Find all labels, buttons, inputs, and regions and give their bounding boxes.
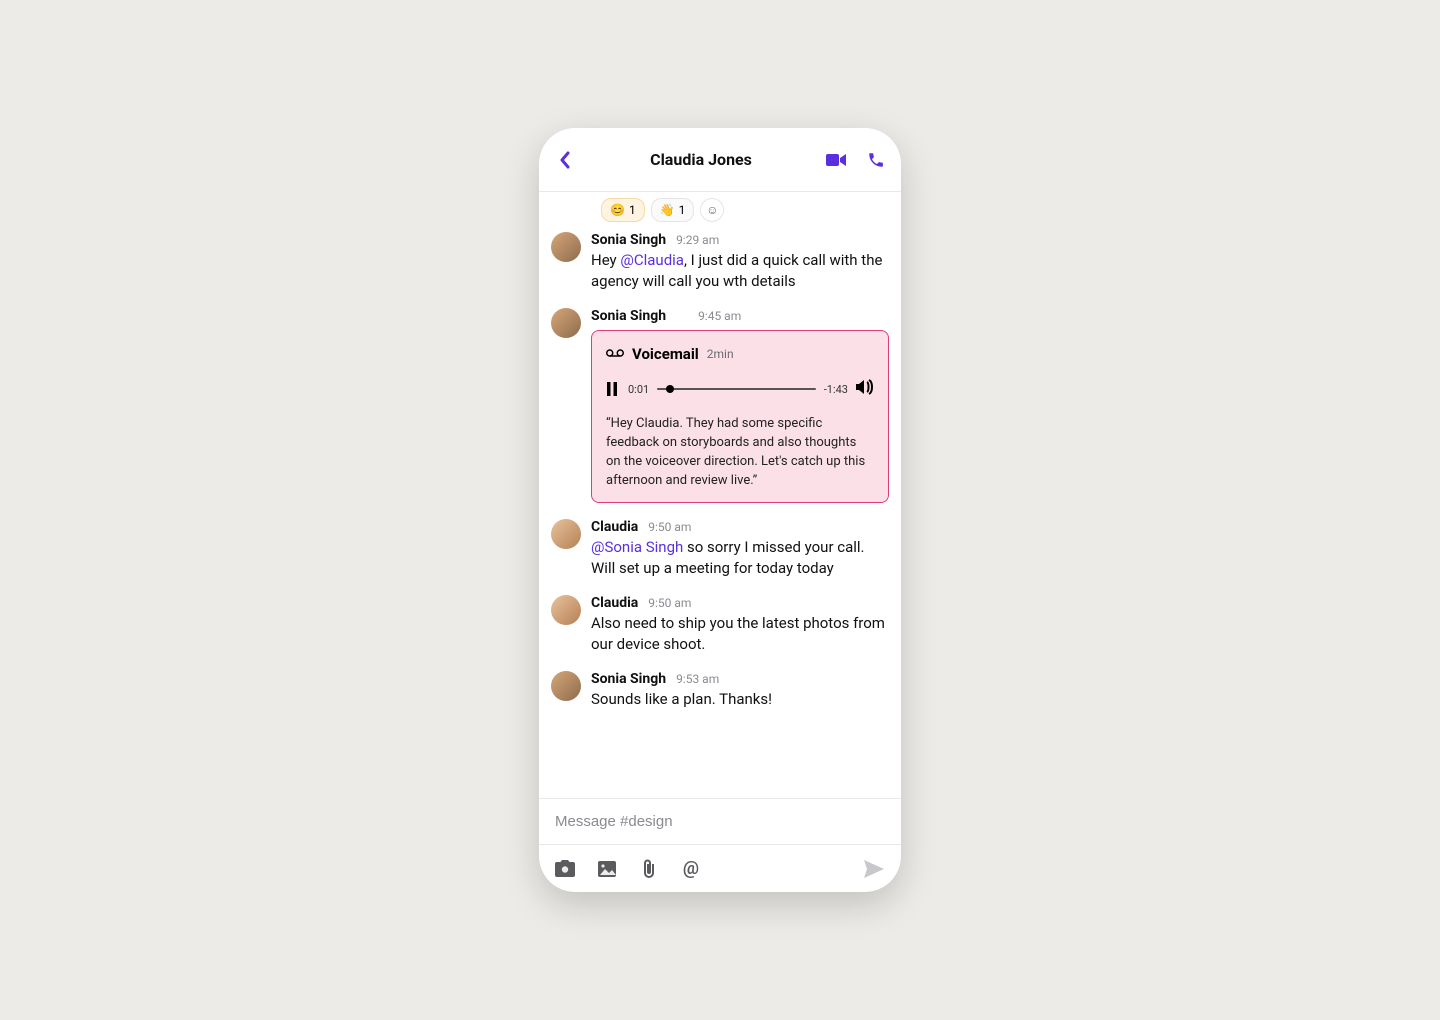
message-item: Claudia 9:50 am Also need to ship you th… (551, 595, 889, 655)
voicemail-transcript: “Hey Claudia. They had some specific fee… (606, 415, 874, 490)
message-text: Hey @Claudia, I just did a quick call wi… (591, 250, 889, 292)
voicemail-duration: 2min (707, 347, 734, 361)
add-reaction-button[interactable]: ☺ (700, 198, 724, 222)
message-text: Also need to ship you the latest photos … (591, 613, 889, 655)
paperclip-icon (641, 859, 657, 879)
at-sign-icon: @ (683, 858, 699, 879)
reaction-emoji: 👋 (660, 203, 675, 217)
scrubber-knob[interactable] (666, 385, 674, 393)
voice-call-button[interactable] (865, 149, 887, 171)
volume-icon (856, 379, 874, 395)
message-author: Sonia Singh (591, 232, 666, 248)
back-button[interactable] (553, 148, 577, 172)
message-author: Sonia Singh (591, 671, 666, 687)
message-time: 9:50 am (648, 596, 691, 610)
voicemail-card: Voicemail 2min 0:01 -1:43 (591, 330, 889, 503)
video-camera-icon (826, 153, 846, 167)
reaction-emoji: 😊 (610, 203, 625, 217)
chevron-left-icon (559, 151, 571, 169)
mention-button[interactable]: @ (681, 859, 701, 879)
attachment-button[interactable] (639, 859, 659, 879)
avatar[interactable] (551, 232, 581, 262)
voicemail-player: 0:01 -1:43 (606, 379, 874, 399)
pause-icon (606, 382, 618, 396)
message-time: 9:53 am (676, 672, 719, 686)
message-item: Claudia 9:50 am @Sonia Singh so sorry I … (551, 519, 889, 579)
send-button[interactable] (863, 858, 885, 880)
camera-icon (555, 860, 575, 877)
camera-button[interactable] (555, 859, 575, 879)
message-composer: @ (539, 798, 901, 892)
reaction-count: 1 (679, 203, 686, 217)
chat-window: Claudia Jones 😊 1 👋 1 ☺ (539, 128, 901, 892)
message-time: 9:29 am (676, 233, 719, 247)
avatar[interactable] (551, 595, 581, 625)
smile-icon: ☺ (706, 203, 718, 217)
composer-toolbar: @ (539, 844, 901, 892)
message-time: 9:50 am (648, 520, 691, 534)
message-author: Sonia Singh (591, 308, 666, 324)
message-time: 9:45 am (698, 309, 741, 323)
message-item: Sonia Singh 9:53 am Sounds like a plan. … (551, 671, 889, 710)
volume-button[interactable] (856, 379, 874, 399)
reaction-chip[interactable]: 👋 1 (651, 198, 695, 222)
playback-remaining: -1:43 (824, 383, 848, 396)
reaction-row: 😊 1 👋 1 ☺ (551, 192, 889, 232)
avatar[interactable] (551, 671, 581, 701)
avatar[interactable] (551, 308, 581, 338)
reaction-count: 1 (629, 203, 636, 217)
mention[interactable]: @Sonia Singh (591, 538, 683, 556)
message-item: Sonia Singh 9:29 am Hey @Claudia, I just… (551, 232, 889, 292)
voicemail-title: Voicemail (632, 345, 699, 363)
image-button[interactable] (597, 859, 617, 879)
message-input[interactable] (539, 799, 901, 844)
header-actions (825, 149, 887, 171)
message-author: Claudia (591, 519, 638, 535)
pause-button[interactable] (606, 382, 620, 396)
message-list[interactable]: 😊 1 👋 1 ☺ Sonia Singh 9:29 am Hey @Claud… (539, 192, 901, 798)
phone-icon (867, 151, 885, 169)
message-item: Sonia Singh 9:45 am Voicemail 2min (551, 308, 889, 503)
reaction-chip[interactable]: 😊 1 (601, 198, 645, 222)
message-text: @Sonia Singh so sorry I missed your call… (591, 537, 889, 579)
message-text: Sounds like a plan. Thanks! (591, 689, 889, 710)
image-icon (598, 861, 616, 877)
send-icon (864, 860, 884, 878)
video-call-button[interactable] (825, 149, 847, 171)
chat-header: Claudia Jones (539, 128, 901, 192)
mention[interactable]: @Claudia (620, 251, 684, 269)
chat-title: Claudia Jones (577, 150, 825, 169)
avatar[interactable] (551, 519, 581, 549)
voicemail-icon (606, 346, 624, 362)
playback-scrubber[interactable] (657, 388, 816, 390)
playback-position: 0:01 (628, 383, 649, 396)
message-author: Claudia (591, 595, 638, 611)
